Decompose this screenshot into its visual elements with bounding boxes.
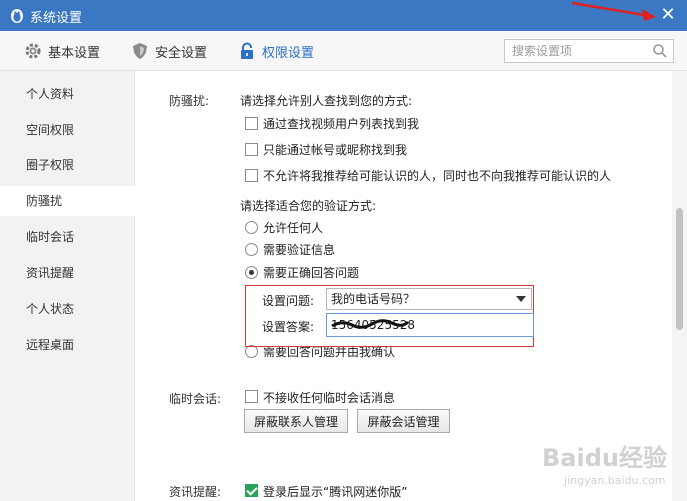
search-box [504,39,674,63]
sidebar-item-circle-permission[interactable]: 圈子权限 [0,150,135,180]
answer-label: 设置答案: [262,320,315,334]
section-label-news: 资讯提醒: [169,485,222,499]
answer-input[interactable] [326,313,534,337]
shield-icon [133,43,147,59]
radio-allow-anyone[interactable] [245,221,258,234]
annotation-arrow [571,1,656,21]
tab-label: 安全设置 [155,45,208,61]
penguin-icon [11,9,23,23]
tab-basic-settings[interactable]: 基本设置 [24,31,100,71]
question-label: 设置问题: [262,294,315,308]
section-label-anti-harassment: 防骚扰: [169,94,210,108]
radio-require-verification[interactable] [245,243,258,256]
search-icon[interactable] [652,43,668,59]
radio-require-correct-answer[interactable] [245,266,258,279]
checkbox-show-tencent-mini[interactable] [245,484,258,497]
lock-icon [241,42,253,59]
option-label: 只能通过帐号或昵称找到我 [263,143,408,157]
settings-tabs: 基本设置 安全设置 权限设置 [0,31,687,71]
section-label-temp-session: 临时会话: [169,392,222,406]
sidebar-item-temp-session[interactable]: 临时会话 [0,222,135,252]
checkbox-video-list[interactable] [245,117,258,130]
option-label: 不接收任何临时会话消息 [263,391,396,405]
window-title: 系统设置 [30,11,83,26]
block-sessions-manage-button[interactable]: 屏蔽会话管理 [357,409,450,433]
question-select[interactable]: 我的电话号码？ [326,288,532,310]
option-label: 允许任何人 [263,221,324,235]
vertical-scrollbar[interactable] [672,71,687,501]
watermark-text: Baidu经验 [542,444,667,472]
checkbox-no-recommend[interactable] [245,169,258,182]
checkbox-reject-temp-sessions[interactable] [245,390,258,403]
close-button[interactable]: ✕ [657,4,679,26]
sidebar-item-space-permission[interactable]: 空间权限 [0,115,135,145]
option-label: 不允许将我推荐给可能认识的人，同时也不向我推荐可能认识的人 [263,169,612,183]
sidebar-item-anti-harassment[interactable]: 防骚扰 [0,186,135,216]
verify-prompt: 请选择适合您的验证方式: [240,199,377,213]
tab-security-settings[interactable]: 安全设置 [131,31,207,71]
sidebar-item-remote-desktop[interactable]: 远程桌面 [0,330,135,360]
option-label: 通过查找视频用户列表找到我 [263,117,420,131]
title-bar: 系统设置 ✕ [0,0,687,31]
sidebar-item-profile[interactable]: 个人资料 [0,79,135,109]
watermark-subtext: jingyan.baidu.com [563,474,666,487]
tab-permission-settings[interactable]: 权限设置 [238,31,314,71]
gear-icon [25,43,41,59]
tab-label: 基本设置 [48,45,101,61]
question-selected-value: 我的电话号码？ [331,292,416,306]
option-label: 需要正确回答问题 [263,266,360,280]
find-prompt: 请选择允许别人查找到您的方式: [240,94,413,108]
sidebar-item-news-reminder[interactable]: 资讯提醒 [0,258,135,288]
option-label: 需要验证信息 [263,243,336,257]
scrollbar-thumb[interactable] [676,208,683,330]
search-input[interactable] [505,40,645,62]
checkbox-account-or-nickname[interactable] [245,143,258,156]
baidu-watermark: Baidu经验 jingyan.baidu.com [542,444,667,487]
tab-label: 权限设置 [262,45,315,61]
sidebar-item-personal-status[interactable]: 个人状态 [0,294,135,324]
sidebar: 个人资料 空间权限 圈子权限 防骚扰 临时会话 资讯提醒 个人状态 远程桌面 [0,71,135,501]
dropdown-arrow-icon [516,296,526,302]
block-contacts-manage-button[interactable]: 屏蔽联系人管理 [244,409,348,433]
option-label: 登录后显示“腾讯网迷你版” [263,485,408,499]
